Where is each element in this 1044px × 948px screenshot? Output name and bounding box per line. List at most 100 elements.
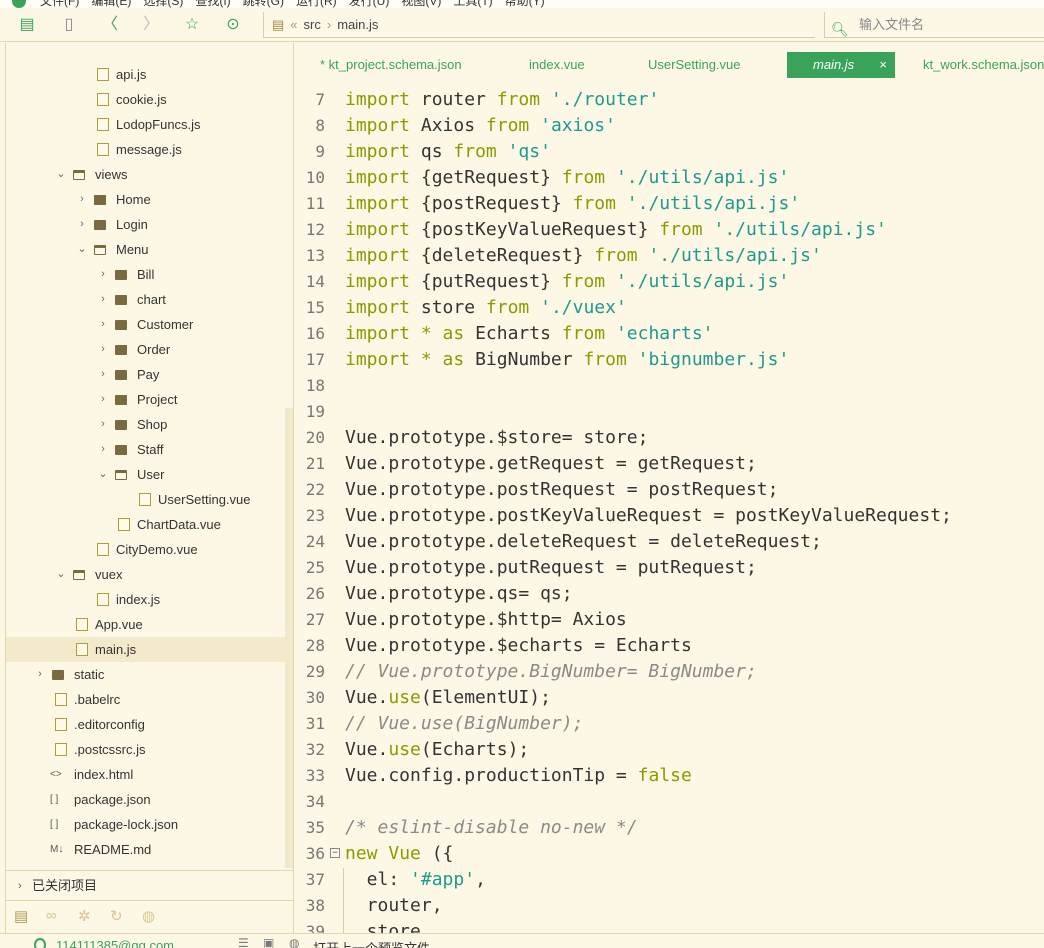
- menu-item[interactable]: 编辑(E): [91, 0, 131, 8]
- chevron-down-icon[interactable]: ⌄: [55, 562, 67, 587]
- file-item[interactable]: main.js: [6, 637, 286, 662]
- folder-item[interactable]: › chart: [6, 287, 286, 312]
- chevron-right-icon[interactable]: ›: [97, 437, 109, 462]
- chevron-right-icon[interactable]: ›: [97, 412, 109, 437]
- chevron-down-icon[interactable]: ⌄: [76, 237, 88, 262]
- folder-item[interactable]: › Customer: [6, 312, 286, 337]
- code-token: Vue.: [345, 687, 389, 708]
- file-item[interactable]: LodopFuncs.js: [6, 112, 286, 137]
- file-item[interactable]: [ ] package-lock.json: [6, 812, 286, 837]
- chevron-right-icon[interactable]: ›: [97, 362, 109, 387]
- file-item[interactable]: App.vue: [6, 612, 286, 637]
- file-item[interactable]: UserSetting.vue: [6, 487, 286, 512]
- folder-item[interactable]: › Staff: [6, 437, 286, 462]
- user-account[interactable]: 114111385@qq.com: [36, 938, 174, 948]
- chevron-right-icon[interactable]: ›: [97, 387, 109, 412]
- folder-item[interactable]: › Shop: [6, 412, 286, 437]
- folder-item[interactable]: › Order: [6, 337, 286, 362]
- breadcrumb-item[interactable]: src: [304, 17, 321, 32]
- chevron-right-icon[interactable]: ›: [34, 662, 46, 687]
- tab--kt-project-schema-json[interactable]: * kt_project.schema.json: [320, 52, 462, 78]
- star-icon[interactable]: ☆: [183, 16, 201, 34]
- bug-icon[interactable]: ✲: [78, 907, 91, 925]
- file-item[interactable]: api.js: [6, 62, 286, 87]
- file-item[interactable]: message.js: [6, 137, 286, 162]
- run-icon[interactable]: ⊙: [224, 16, 242, 34]
- code-text: Vue.prototype.$http= Axios: [345, 607, 627, 633]
- chevron-right-icon[interactable]: ›: [97, 312, 109, 337]
- chevron-right-icon[interactable]: ›: [97, 337, 109, 362]
- forward-icon[interactable]: 〉: [142, 16, 160, 34]
- menu-item[interactable]: 发行(U): [349, 0, 390, 8]
- code-token: * as: [420, 323, 476, 344]
- folder-item[interactable]: ⌄ User: [6, 462, 286, 487]
- line-number: 23: [305, 506, 325, 525]
- code-editor[interactable]: 7 import router from './router' 8 import Ax…: [295, 87, 1044, 933]
- code-text: import Axios from 'axios': [345, 113, 616, 139]
- folder-item[interactable]: › Bill: [6, 262, 286, 287]
- menu-item[interactable]: 帮助(Y): [505, 0, 545, 8]
- folder-item[interactable]: › Login: [6, 212, 286, 237]
- closed-projects[interactable]: › 已关闭项目: [6, 870, 293, 900]
- tree-item-label: .postcssrc.js: [74, 742, 146, 757]
- project-manager-icon[interactable]: ▤: [14, 907, 28, 925]
- folder-icon: [73, 170, 85, 180]
- file-search-input[interactable]: 🔍︎ 输入文件名: [824, 12, 1044, 38]
- menu-item[interactable]: 文件(F): [40, 0, 79, 8]
- chevron-down-icon[interactable]: ⌄: [55, 162, 67, 187]
- menu-item[interactable]: 视图(V): [401, 0, 441, 8]
- menu-item[interactable]: 运行(R): [296, 0, 337, 8]
- file-item[interactable]: [ ] package.json: [6, 787, 286, 812]
- folder-item[interactable]: › Pay: [6, 362, 286, 387]
- tab-kt-work-schema-json[interactable]: kt_work.schema.json: [923, 52, 1044, 78]
- code-token: 'qs': [496, 141, 551, 162]
- code-token: from: [485, 297, 530, 318]
- chevron-right-icon[interactable]: ›: [97, 262, 109, 287]
- search-file-icon: 🔍︎: [831, 21, 849, 37]
- menu-item[interactable]: 选择(S): [143, 0, 183, 8]
- folder-item[interactable]: › Project: [6, 387, 286, 412]
- terminal-icon[interactable]: ▣: [263, 936, 274, 948]
- chevron-down-icon[interactable]: ⌄: [97, 462, 109, 487]
- file-item[interactable]: .postcssrc.js: [6, 737, 286, 762]
- breadcrumb-item[interactable]: main.js: [337, 17, 378, 32]
- file-item[interactable]: .babelrc: [6, 687, 286, 712]
- menu-item[interactable]: 工具(T): [453, 0, 492, 8]
- code-token: (ElementUI);: [420, 687, 551, 708]
- folder-icon: [52, 670, 64, 680]
- close-icon[interactable]: ×: [879, 52, 887, 78]
- chevron-right-icon[interactable]: ›: [97, 287, 109, 312]
- md-file-icon: M↓: [50, 844, 64, 855]
- file-item[interactable]: .editorconfig: [6, 712, 286, 737]
- file-item[interactable]: <> index.html: [6, 762, 286, 787]
- sidebar-scrollbar[interactable]: [285, 408, 293, 868]
- browser-icon[interactable]: ◍: [142, 907, 155, 925]
- new-file-icon[interactable]: ▤: [18, 16, 36, 34]
- folder-item[interactable]: ⌄ vuex: [6, 562, 286, 587]
- file-item[interactable]: index.js: [6, 587, 286, 612]
- chevron-right-icon[interactable]: ›: [76, 212, 88, 237]
- file-item[interactable]: M↓ README.md: [6, 837, 286, 862]
- folder-item[interactable]: › static: [6, 662, 286, 687]
- file-item[interactable]: cookie.js: [6, 87, 286, 112]
- list-icon[interactable]: ☰: [238, 936, 249, 948]
- code-token: import: [345, 167, 411, 188]
- chevron-right-icon[interactable]: ›: [76, 187, 88, 212]
- binoculars-icon[interactable]: ∞: [46, 907, 57, 924]
- tab-index-vue[interactable]: index.vue: [529, 52, 585, 78]
- fold-icon[interactable]: −: [330, 848, 340, 858]
- file-item[interactable]: CityDemo.vue: [6, 537, 286, 562]
- folder-item[interactable]: › Home: [6, 187, 286, 212]
- back-icon[interactable]: 〈: [101, 16, 119, 34]
- save-icon[interactable]: ▯: [60, 16, 78, 34]
- folder-item[interactable]: ⌄ Menu: [6, 237, 286, 262]
- status-message[interactable]: 打开上一个预览文件: [313, 938, 430, 948]
- menu-item[interactable]: 查找(I): [195, 0, 230, 8]
- refresh-run-icon[interactable]: ↻: [110, 907, 123, 925]
- browser-icon[interactable]: ◍: [289, 936, 299, 948]
- menu-item[interactable]: 跳转(G): [243, 0, 284, 8]
- folder-item[interactable]: ⌄ views: [6, 162, 286, 187]
- file-item[interactable]: ChartData.vue: [6, 512, 286, 537]
- tab-main-js[interactable]: main.js ×: [787, 52, 895, 78]
- tab-usersetting-vue[interactable]: UserSetting.vue: [648, 52, 741, 78]
